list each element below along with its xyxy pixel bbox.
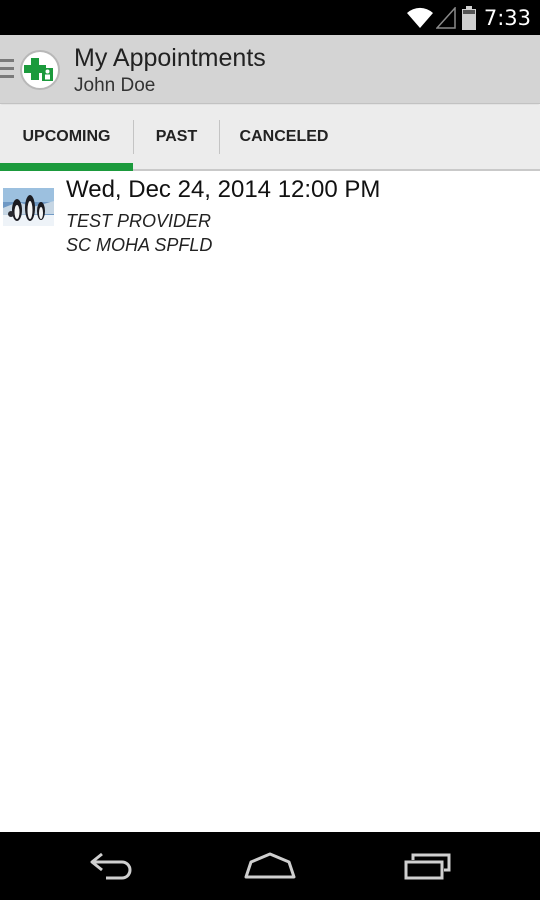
selected-tab-indicator: [0, 163, 133, 171]
tab-bar: UPCOMING PAST CANCELED: [0, 105, 540, 171]
app-logo-icon[interactable]: [20, 50, 60, 90]
navigation-bar: [0, 832, 540, 900]
home-icon[interactable]: [240, 846, 300, 886]
drawer-menu-icon[interactable]: [0, 59, 14, 81]
signal-icon: [435, 6, 456, 29]
status-icons: 7:33: [406, 0, 531, 35]
battery-icon: [461, 5, 476, 30]
status-bar: 7:33: [0, 0, 540, 35]
tab-past[interactable]: PAST: [134, 105, 219, 169]
recents-icon[interactable]: [398, 846, 458, 886]
wifi-icon: [406, 7, 434, 29]
appointment-thumbnail: [3, 188, 54, 226]
tab-canceled[interactable]: CANCELED: [220, 105, 348, 169]
action-bar: My Appointments John Doe: [0, 35, 540, 104]
appointment-location: SC MOHA SPFLD: [66, 235, 213, 255]
appointment-datetime: Wed, Dec 24, 2014 12:00 PM: [66, 176, 381, 203]
back-icon[interactable]: [82, 846, 142, 886]
appointment-list-item[interactable]: Wed, Dec 24, 2014 12:00 PM TEST PROVIDER…: [0, 173, 540, 263]
tab-upcoming[interactable]: UPCOMING: [0, 105, 133, 169]
page-title: My Appointments: [74, 44, 266, 72]
status-time: 7:33: [483, 5, 531, 30]
user-name: John Doe: [74, 75, 156, 96]
appointment-provider: TEST PROVIDER: [66, 211, 212, 231]
